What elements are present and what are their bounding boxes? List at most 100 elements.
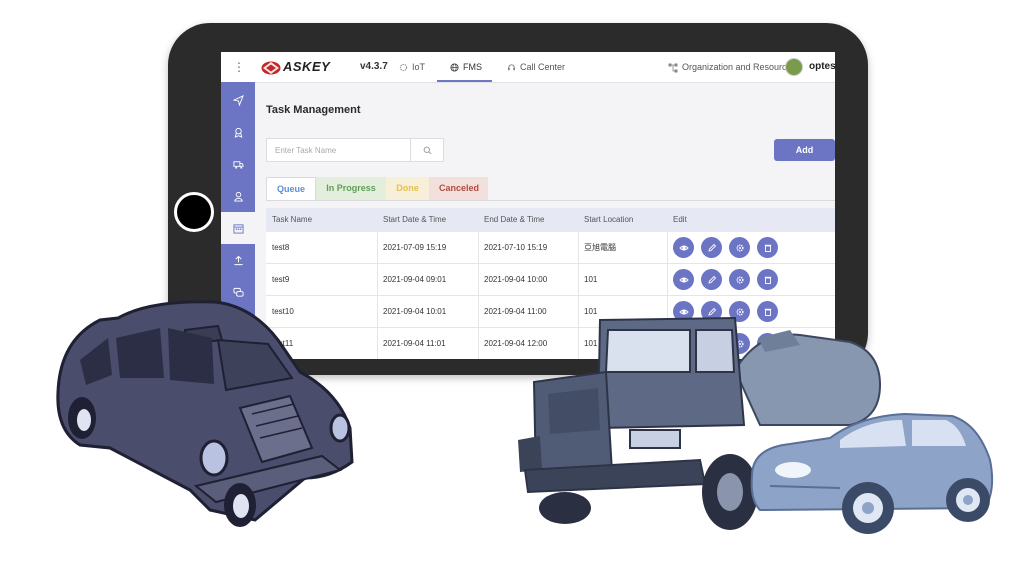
edit-pen-icon [707,243,716,252]
table-row[interactable]: test9 2021-09-04 09:01 2021-09-04 10:00 101 [266,264,835,296]
cell-end-date: 2021-09-04 10:00 [484,275,548,284]
task-name-search-input[interactable] [267,139,425,161]
nav-call-center[interactable]: Call Center [507,52,565,82]
status-tabs: Queue In Progress Done Canceled [266,177,488,200]
cell-task-name: test8 [272,243,290,252]
edit-button[interactable] [701,269,722,290]
cell-start-location: 101 [584,307,598,316]
sidebar-item-messages[interactable] [221,276,255,308]
view-button[interactable] [673,269,694,290]
sidebar-item-upload[interactable] [221,244,255,276]
cell-start-date: 2021-09-04 10:01 [383,307,447,316]
sidebar-item-profile[interactable] [221,308,255,340]
delete-icon [764,244,771,252]
table-row[interactable]: test10 2021-09-04 10:01 2021-09-04 11:00 10… [266,296,835,328]
cell-start-date: 2021-09-04 11:01 [383,339,446,348]
table-row[interactable]: test8 2021-07-09 15:19 2021-07-10 15:19 亞旭電… [266,232,835,264]
user-avatar[interactable] [785,58,803,76]
delete-button[interactable] [757,301,778,322]
settings-icon [736,308,743,315]
person-icon [233,319,243,330]
task-table: Task Name Start Date & Time End Date & T… [266,208,835,359]
tab-in-progress[interactable]: In Progress [316,177,386,200]
sidebar-item-vehicle[interactable] [221,148,255,180]
cell-task-name: test9 [272,275,290,284]
view-button[interactable] [673,237,694,258]
settings-button[interactable] [729,269,750,290]
app-screen: ⋮ ASKEY v4.3.7 IoT FMS Call Center Organ… [221,52,835,359]
nav-iot-label: IoT [412,62,426,72]
sidebar-item-driver[interactable] [221,116,255,148]
cell-start-date: 2021-09-04 09:01 [383,275,447,284]
edit-pen-icon [707,339,716,348]
add-task-button[interactable]: Add [774,139,835,161]
edit-button[interactable] [701,333,722,354]
view-icon [678,245,689,250]
column-divider [667,296,668,327]
tab-canceled[interactable]: Canceled [429,177,488,200]
tab-done[interactable]: Done [386,177,429,200]
cell-task-name: test10 [272,307,294,316]
column-divider [478,328,479,359]
delete-button[interactable] [757,237,778,258]
sidebar [221,82,255,359]
settings-button[interactable] [729,333,750,354]
column-divider [478,232,479,263]
iot-icon [399,64,408,72]
view-button[interactable] [673,301,694,322]
nav-fms[interactable]: FMS [437,52,492,82]
delete-icon [764,340,771,348]
cell-end-date: 2021-09-04 11:00 [484,307,547,316]
column-divider [667,264,668,295]
column-divider [377,232,378,263]
sidebar-item-tasks[interactable] [221,212,255,244]
row-actions [673,333,785,354]
column-divider [578,328,579,359]
col-start-location: Start Location [584,215,634,224]
col-end-date: End Date & Time [484,215,545,224]
user-name[interactable]: optest [809,52,835,82]
settings-icon [736,340,743,347]
column-divider [377,264,378,295]
sidebar-item-navigation[interactable] [221,84,255,116]
delete-button[interactable] [757,333,778,354]
view-icon [678,309,689,314]
tabs-divider [266,200,835,201]
view-icon [678,341,689,346]
row-actions [673,301,785,322]
tab-queue[interactable]: Queue [266,177,316,200]
table-body: test8 2021-07-09 15:19 2021-07-10 15:19 亞旭電… [266,232,835,359]
menu-dots-icon[interactable]: ⋮ [233,52,245,82]
row-actions [673,237,785,258]
settings-button[interactable] [729,301,750,322]
nav-fms-label: FMS [463,62,482,72]
edit-button[interactable] [701,237,722,258]
settings-icon [736,276,743,283]
view-button[interactable] [673,333,694,354]
settings-icon [736,244,743,251]
top-bar: ⋮ ASKEY v4.3.7 IoT FMS Call Center Organ… [221,52,835,83]
table-row[interactable]: test11 2021-09-04 11:01 2021-09-04 12:00 10… [266,328,835,359]
delete-button[interactable] [757,269,778,290]
edit-pen-icon [707,275,716,284]
search-button[interactable] [410,139,443,161]
upload-icon [233,255,243,265]
nav-iot[interactable]: IoT [399,52,425,82]
globe-icon [450,63,459,72]
org-resource-link[interactable]: Organization and Resource [668,52,792,82]
edit-button[interactable] [701,301,722,322]
org-resource-label: Organization and Resource [682,62,792,72]
headset-icon [508,64,515,71]
cell-start-location: 101 [584,275,598,284]
delete-icon [764,276,771,284]
column-divider [578,232,579,263]
column-divider [377,296,378,327]
column-divider [578,264,579,295]
tablet-home-button[interactable] [174,192,214,232]
settings-button[interactable] [729,237,750,258]
search-icon [423,146,431,154]
hatchback-car-illustration [750,412,994,534]
search-box [266,138,444,162]
sidebar-item-user[interactable] [221,180,255,212]
nav-call-center-label: Call Center [520,62,566,72]
